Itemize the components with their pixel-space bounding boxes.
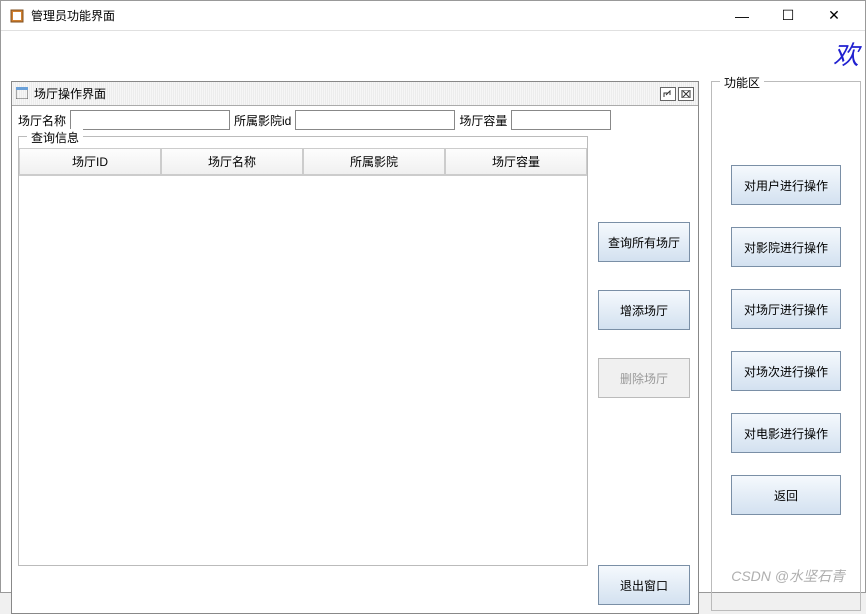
close-button[interactable]: ✕ — [811, 1, 857, 31]
col-capacity[interactable]: 场厅容量 — [445, 148, 587, 175]
back-button[interactable]: 返回 — [731, 475, 841, 515]
hall-capacity-label: 场厅容量 — [459, 112, 507, 129]
cinema-operation-button[interactable]: 对影院进行操作 — [731, 227, 841, 267]
table-header: 场厅ID 场厅名称 所属影院 场厅容量 — [19, 148, 587, 176]
hall-operation-button[interactable]: 对场厅进行操作 — [731, 289, 841, 329]
window-controls: — ☐ ✕ — [719, 1, 857, 31]
query-all-button[interactable]: 查询所有场厅 — [598, 222, 690, 262]
form-row: 场厅名称 所属影院id 场厅容量 — [12, 106, 698, 134]
action-buttons: 查询所有场厅 增添场厅 删除场厅 — [598, 222, 690, 398]
hall-operation-subwindow: 场厅操作界面 场厅名称 所属影院id 场厅容量 — [11, 81, 699, 614]
col-cinema[interactable]: 所属影院 — [303, 148, 445, 175]
function-panel: 功能区 对用户进行操作 对影院进行操作 对场厅进行操作 对场次进行操作 对电影进… — [711, 81, 861, 611]
content-area: 欢 场厅操作界面 场厅名称 所属影院id — [1, 31, 865, 592]
welcome-text: 欢 — [833, 35, 859, 72]
hall-capacity-input[interactable] — [511, 110, 611, 130]
app-icon — [9, 8, 25, 24]
session-operation-button[interactable]: 对场次进行操作 — [731, 351, 841, 391]
subwindow-icon — [16, 87, 30, 101]
subwindow-controls — [660, 87, 694, 101]
minimize-button[interactable]: — — [719, 1, 765, 31]
subwindow-title: 场厅操作界面 — [34, 85, 660, 102]
function-legend: 功能区 — [720, 74, 764, 91]
query-legend: 查询信息 — [27, 129, 83, 146]
add-hall-button[interactable]: 增添场厅 — [598, 290, 690, 330]
titlebar: 管理员功能界面 — ☐ ✕ — [1, 1, 865, 31]
hall-name-label: 场厅名称 — [18, 112, 66, 129]
user-operation-button[interactable]: 对用户进行操作 — [731, 165, 841, 205]
maximize-button[interactable]: ☐ — [765, 1, 811, 31]
main-window: 管理员功能界面 — ☐ ✕ 欢 场厅操作界面 — [0, 0, 866, 593]
delete-hall-button: 删除场厅 — [598, 358, 690, 398]
subwindow-titlebar: 场厅操作界面 — [12, 82, 698, 106]
movie-operation-button[interactable]: 对电影进行操作 — [731, 413, 841, 453]
col-hall-id[interactable]: 场厅ID — [19, 148, 161, 175]
cinema-id-input[interactable] — [295, 110, 455, 130]
subwindow-close-button[interactable] — [678, 87, 694, 101]
subwindow-maximize-button[interactable] — [660, 87, 676, 101]
function-body: 对用户进行操作 对影院进行操作 对场厅进行操作 对场次进行操作 对电影进行操作 … — [712, 99, 860, 515]
table-body — [19, 176, 587, 376]
cinema-id-label: 所属影院id — [234, 112, 291, 129]
col-hall-name[interactable]: 场厅名称 — [161, 148, 303, 175]
hall-name-input[interactable] — [70, 110, 230, 130]
window-title: 管理员功能界面 — [31, 7, 719, 24]
query-fieldset: 查询信息 场厅ID 场厅名称 所属影院 场厅容量 — [18, 136, 588, 566]
exit-window-button[interactable]: 退出窗口 — [598, 565, 690, 605]
